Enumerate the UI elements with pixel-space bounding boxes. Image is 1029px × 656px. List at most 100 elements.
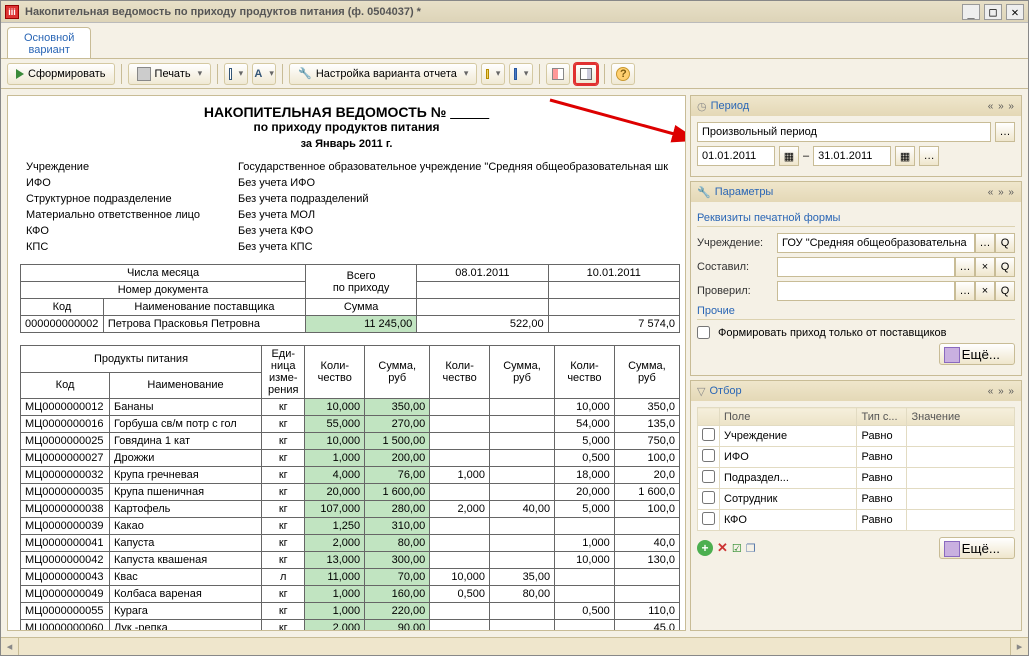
separator [604, 64, 605, 84]
report-subtitle: по приходу продуктов питания [20, 120, 673, 134]
org-select-button[interactable]: … [975, 233, 995, 253]
funnel-icon: ▽ [697, 385, 705, 398]
org-input[interactable] [777, 233, 975, 253]
table-row: МЦ0000000060Лук -репкакг2,00090,0045,0 [21, 620, 680, 632]
checked-open-button[interactable]: Q [995, 281, 1015, 301]
app-icon: iii [5, 5, 19, 19]
filter-row[interactable]: Подраздел...Равно [698, 468, 1015, 489]
filter-more-button[interactable]: Ещё... [939, 537, 1015, 559]
params-section-title: Реквизиты печатной формы [697, 212, 1015, 227]
print-label: Печать [155, 68, 191, 80]
table-row: МЦ0000000042Капуста квашенаякг13,000300,… [21, 552, 680, 569]
scroll-track[interactable] [19, 638, 1010, 655]
tabbar: Основной вариант [1, 23, 1028, 59]
tab-main-variant[interactable]: Основной вариант [7, 27, 91, 58]
wrench-icon: 🔧 [697, 186, 711, 199]
toolbar: Сформировать Печать A 🔧 Настройка вариан… [1, 59, 1028, 89]
filter-panel: ▽ Отбор « » » Поле Тип с... Значение Учр… [690, 380, 1022, 631]
generate-button[interactable]: Сформировать [7, 63, 115, 85]
columns-icon [552, 68, 564, 80]
print-button[interactable]: Печать [128, 63, 212, 85]
save-button[interactable] [509, 63, 533, 85]
panel-nav[interactable]: « » » [988, 187, 1015, 198]
checked-input[interactable] [777, 281, 955, 301]
report-title: НАКОПИТЕЛЬНАЯ ВЕДОМОСТЬ № _____ [20, 104, 673, 120]
columns-button[interactable] [546, 63, 570, 85]
period-preset-button[interactable]: … [919, 146, 939, 166]
scroll-left-button[interactable]: ◂ [1, 638, 19, 655]
font-button[interactable]: A [252, 63, 276, 85]
panel-toggle-button[interactable] [574, 63, 598, 85]
filter-row[interactable]: УчреждениеРавно [698, 426, 1015, 447]
table-row: МЦ0000000012Бананыкг10,000350,0010,00035… [21, 399, 680, 416]
table-row: МЦ0000000049Колбаса варенаякг1,000160,00… [21, 586, 680, 603]
filter-delete-button[interactable]: ✕ [717, 540, 728, 556]
filter-row[interactable]: ИФОРавно [698, 447, 1015, 468]
variant-settings-label: Настройка варианта отчета [316, 68, 457, 80]
suppliers-only-label: Формировать приход только от поставщиков [718, 327, 946, 339]
checked-clear-button[interactable]: × [975, 281, 995, 301]
params-header: Параметры [715, 186, 774, 198]
date-to-picker[interactable]: ▦ [895, 146, 915, 166]
clock-icon: ◷ [697, 100, 707, 113]
table-view-button[interactable] [224, 63, 248, 85]
table-row: МЦ0000000055Курагакг1,000220,000,500110,… [21, 603, 680, 620]
table-row: МЦ0000000035Крупа пшеничнаякг20,0001 600… [21, 484, 680, 501]
other-section-title: Прочие [697, 305, 1015, 320]
table-row: МЦ0000000025Говядина 1 каткг10,0001 500,… [21, 433, 680, 450]
period-type-input[interactable] [697, 122, 991, 142]
separator [282, 64, 283, 84]
titlebar: iii Накопительная ведомость по приходу п… [1, 1, 1028, 23]
period-type-select-button[interactable]: … [995, 122, 1015, 142]
separator [121, 64, 122, 84]
separator [217, 64, 218, 84]
detail-table: Продукты питания Еди- ница изме- рения К… [20, 345, 680, 631]
horizontal-scrollbar[interactable]: ◂ ▸ [1, 637, 1028, 655]
side-panel-icon [580, 68, 592, 80]
printer-icon [137, 67, 151, 81]
suppliers-only-checkbox[interactable] [697, 326, 710, 339]
minimize-button[interactable]: _ [962, 4, 980, 20]
separator [539, 64, 540, 84]
compiled-input[interactable] [777, 257, 955, 277]
scroll-right-button[interactable]: ▸ [1010, 638, 1028, 655]
report-pane: НАКОПИТЕЛЬНАЯ ВЕДОМОСТЬ № _____ по прихо… [7, 95, 686, 631]
variant-settings-button[interactable]: 🔧 Настройка варианта отчета [289, 63, 477, 85]
app-window: iii Накопительная ведомость по приходу п… [0, 0, 1029, 656]
params-more-button[interactable]: Ещё... [939, 343, 1015, 365]
checked-select-button[interactable]: … [955, 281, 975, 301]
folder-icon [486, 69, 488, 79]
window-title: Накопительная ведомость по приходу проду… [25, 6, 962, 18]
help-icon: ? [616, 67, 630, 81]
compiled-label: Составил: [697, 261, 777, 273]
supplier-row: 000000000002 Петрова Прасковья Петровна … [21, 316, 680, 333]
maximize-button[interactable]: □ [984, 4, 1002, 20]
compiled-clear-button[interactable]: × [975, 257, 995, 277]
filter-check-icon[interactable]: ☑ [732, 542, 742, 555]
help-button[interactable]: ? [611, 63, 635, 85]
filter-row[interactable]: СотрудникРавно [698, 489, 1015, 510]
compiled-open-button[interactable]: Q [995, 257, 1015, 277]
generate-label: Сформировать [28, 68, 106, 80]
table-row: МЦ0000000043Квасл11,00070,0010,00035,00 [21, 569, 680, 586]
filter-row[interactable]: КФОРавно [698, 510, 1015, 531]
table-row: МЦ0000000041Капустакг2,00080,001,00040,0 [21, 535, 680, 552]
filter-header: Отбор [709, 385, 741, 397]
filter-add-button[interactable]: + [697, 540, 713, 556]
org-open-button[interactable]: Q [995, 233, 1015, 253]
date-from-picker[interactable]: ▦ [779, 146, 799, 166]
filter-copy-icon[interactable]: ❐ [746, 542, 756, 555]
wrench-icon: 🔧 [298, 67, 312, 80]
panel-nav[interactable]: « » » [988, 101, 1015, 112]
org-label: Учреждение: [697, 237, 777, 249]
close-button[interactable]: ✕ [1006, 4, 1024, 20]
compiled-select-button[interactable]: … [955, 257, 975, 277]
diskette-icon [514, 68, 516, 80]
open-button[interactable] [481, 63, 505, 85]
summary-table: Числа месяца Всего по приходу 08.01.2011… [20, 264, 680, 333]
date-to-input[interactable] [813, 146, 891, 166]
panel-nav[interactable]: « » » [988, 386, 1015, 397]
filter-grid[interactable]: Поле Тип с... Значение УчреждениеРавноИФ… [697, 407, 1015, 531]
params-panel: 🔧 Параметры « » » Реквизиты печатной фор… [690, 181, 1022, 376]
date-from-input[interactable] [697, 146, 775, 166]
